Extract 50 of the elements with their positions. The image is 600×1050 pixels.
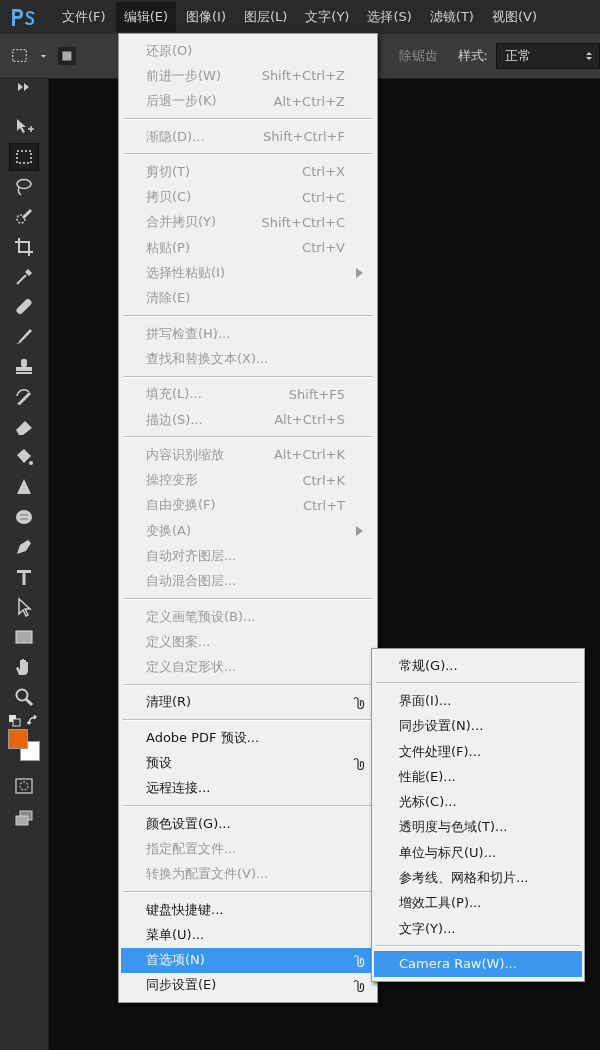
menu-item[interactable]: 同步设置(E) [121,972,375,999]
menu-item[interactable]: 光标(C)... [374,789,582,815]
screen-mode-icon[interactable] [14,809,34,827]
menu-bar-item[interactable]: 文字(Y) [297,2,358,32]
menu-bar-item[interactable]: 视图(V) [483,2,545,32]
menu-item[interactable]: 界面(I)... [374,688,582,714]
shortcut-label: Ctrl+X [302,164,345,180]
anti-alias-label: 除锯齿 [398,47,438,65]
style-label: 样式: [457,47,488,65]
shortcut-label: Alt+Ctrl+S [274,412,345,427]
menu-item[interactable]: 预设 [121,750,375,776]
menu-item[interactable]: 颜色设置(G)... [121,811,375,837]
color-swatches-icon[interactable] [8,729,40,763]
menu-item[interactable]: 清理(R) [121,689,375,716]
menu-bar-item[interactable]: 滤镜(T) [421,2,482,32]
menu-item[interactable]: 菜单(U)... [121,922,375,948]
shortcut-label: Shift+Ctrl+Z [261,68,345,84]
shortcut-label: Alt+Ctrl+K [273,447,345,463]
swap-arrows-icon[interactable] [27,715,39,727]
shortcut-label: Alt+Ctrl+Z [273,93,345,109]
collapse-icon[interactable] [17,83,31,91]
menu-bar-item[interactable]: 图像(I) [178,2,234,32]
new-selection-icon[interactable] [56,45,77,67]
menu-bar-item[interactable]: 编辑(E) [115,2,176,32]
shortcut-label: Ctrl+T [303,497,345,513]
menu-bar-item[interactable]: 选择(S) [359,2,420,32]
style-dropdown[interactable]: 正常 [495,43,600,69]
menu-item[interactable]: 性能(E)... [374,764,582,790]
shortcut-label: Ctrl+V [302,240,345,256]
menu-bar-item[interactable]: 图层(L) [235,2,296,32]
menu-item[interactable]: 键盘快捷键... [121,896,375,923]
default-colors-icon[interactable] [9,715,21,727]
menu-item[interactable]: 同步设置(N)... [374,713,582,739]
marquee-tool-icon[interactable] [9,143,39,171]
menu-bar-item[interactable]: 文件(F) [54,2,114,32]
shortcut-label: Ctrl+K [302,472,345,488]
shortcut-label: Shift+F5 [288,386,345,402]
shortcut-label: Ctrl+C [301,189,345,205]
menu-item[interactable]: 文字(Y)... [374,915,582,942]
menu-item[interactable]: 透明度与色域(T)... [374,814,582,841]
menu-item[interactable]: Adobe PDF 预设... [121,725,375,751]
menu-item[interactable]: 远程连接... [121,775,375,801]
menu-item[interactable]: 单位与标尺(U)... [374,840,582,866]
quick-mask-icon[interactable] [14,777,34,795]
menu-item[interactable]: 参考线、网格和切片... [374,865,582,891]
shortcut-label: Shift+Ctrl+F [263,129,345,145]
menu-item[interactable]: 常规(G)... [374,653,582,679]
shortcut-label: Shift+Ctrl+C [261,214,345,230]
menu-item[interactable]: 增效工具(P)... [374,890,582,916]
menu-item[interactable]: 文件处理(F)... [374,738,582,765]
